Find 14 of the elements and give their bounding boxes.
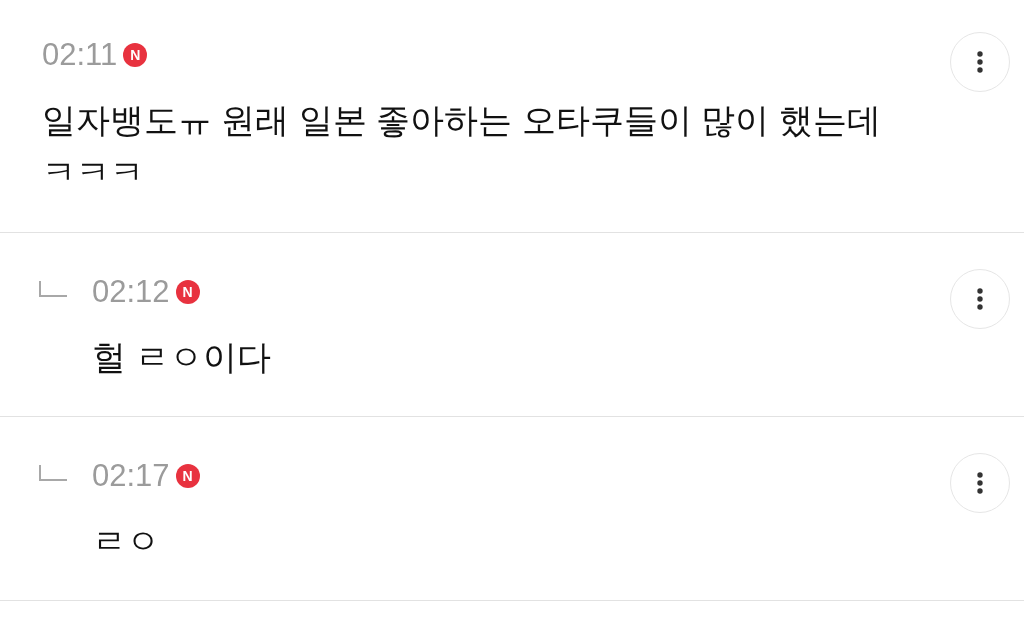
comment-time: 02:12 <box>92 273 170 311</box>
comment-text: 헐 ㄹㅇ이다 <box>92 337 273 378</box>
comment-time: 02:11 <box>42 36 118 74</box>
reply-indent-icon <box>38 280 68 298</box>
comment-text: 일자뱅도ㅠ 원래 일본 좋아하는 오타쿠들이 많이 했는데 ㅋㅋㅋ <box>42 100 882 193</box>
new-badge: N <box>123 43 148 67</box>
new-badge: N <box>175 464 200 488</box>
more-icon <box>977 472 983 494</box>
more-icon <box>977 288 983 310</box>
reply-indent-icon <box>38 464 68 482</box>
more-icon <box>977 51 983 73</box>
new-badge: N <box>175 280 200 304</box>
comment-text: ㄹㅇ <box>92 521 161 562</box>
comment-time: 02:17 <box>92 457 170 495</box>
